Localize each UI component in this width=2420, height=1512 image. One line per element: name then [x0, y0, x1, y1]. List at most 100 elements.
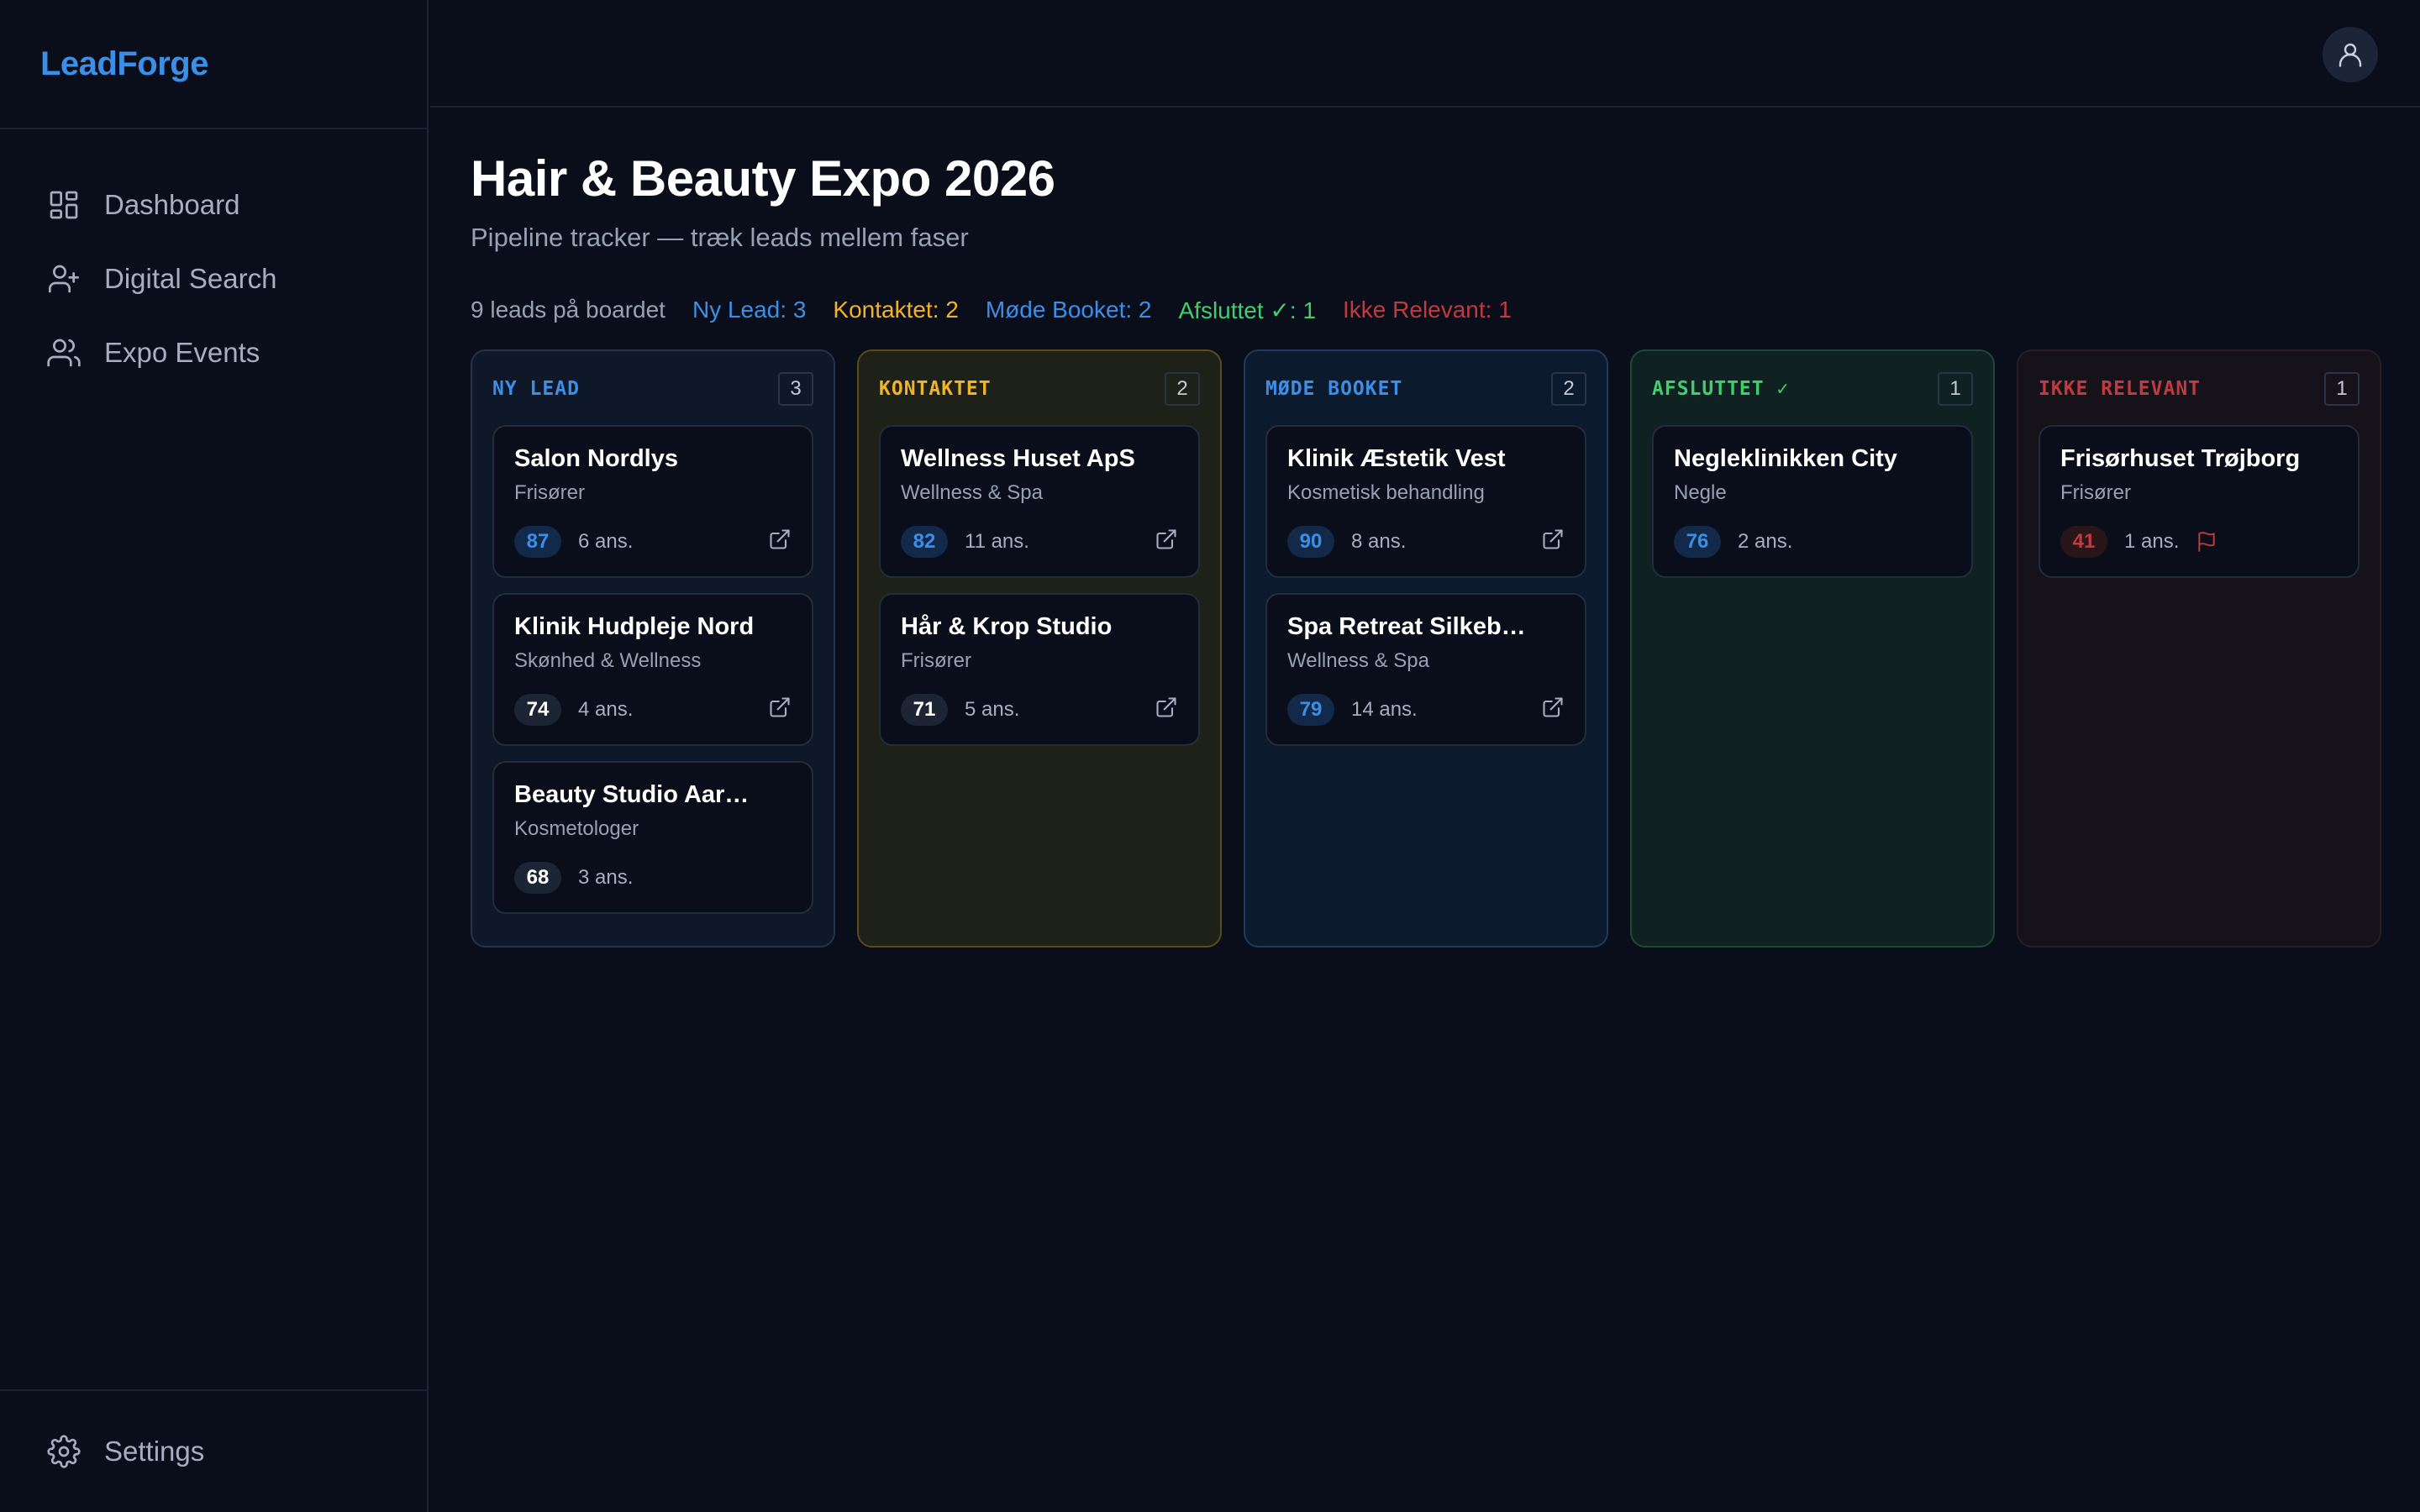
external-link-icon[interactable] — [768, 528, 792, 551]
column-kontaktet[interactable]: KONTAKTET 2 Wellness Huset ApS Wellness … — [857, 349, 1222, 948]
lead-score-badge: 71 — [901, 694, 948, 726]
column-header: AFSLUTTET ✓ 1 — [1652, 371, 1973, 407]
lead-employees: 6 ans. — [578, 530, 634, 553]
lead-name: Wellness Huset ApS — [901, 445, 1135, 472]
lead-card[interactable]: Beauty Studio Aar… Kosmetologer 68 3 ans… — [492, 761, 813, 914]
column-count: 1 — [1938, 372, 1973, 406]
column-mode-booket[interactable]: MØDE BOOKET 2 Klinik Æstetik Vest Kosmet… — [1244, 349, 1608, 948]
lead-name: Beauty Studio Aar… — [514, 781, 750, 808]
lead-category: Frisører — [514, 481, 585, 504]
lead-meta: 41 1 ans. — [2060, 526, 2217, 558]
page-title: Hair & Beauty Expo 2026 — [471, 150, 1055, 207]
users-icon — [47, 339, 81, 367]
lead-employees: 2 ans. — [1738, 530, 1793, 553]
page-subtitle: Pipeline tracker — træk leads mellem fas… — [471, 223, 969, 252]
lead-meta: 90 8 ans. — [1287, 526, 1406, 558]
lead-card[interactable]: Salon Nordlys Frisører 87 6 ans. — [492, 425, 813, 578]
column-header: NY LEAD 3 — [492, 371, 813, 407]
user-icon — [2338, 43, 2362, 67]
column-title: MØDE BOOKET — [1265, 378, 1403, 400]
app-logo[interactable]: LeadForge — [40, 45, 208, 83]
column-ikke-relevant[interactable]: IKKE RELEVANT 1 Frisørhuset Trøjborg Fri… — [2017, 349, 2381, 948]
main-content: Hair & Beauty Expo 2026 Pipeline tracker… — [471, 108, 2420, 324]
pipeline-stats: 9 leads på boardet Ny Lead: 3 Kontaktet:… — [471, 297, 2420, 324]
lead-employees: 8 ans. — [1351, 530, 1407, 553]
app: LeadForge Dashboard Digital Search Expo … — [0, 0, 2420, 1512]
avatar[interactable] — [2323, 27, 2378, 82]
lead-name: Klinik Æstetik Vest — [1287, 445, 1506, 472]
stat-kontaktet: Kontaktet: 2 — [833, 297, 959, 323]
flag-icon[interactable] — [2196, 531, 2217, 553]
lead-name: Spa Retreat Silkeb… — [1287, 613, 1526, 640]
lead-category: Wellness & Spa — [901, 481, 1043, 504]
column-title: IKKE RELEVANT — [2039, 378, 2202, 400]
column-header: KONTAKTET 2 — [879, 371, 1200, 407]
lead-card[interactable]: Hår & Krop Studio Frisører 71 5 ans. — [879, 593, 1200, 746]
column-title: AFSLUTTET ✓ — [1652, 378, 1790, 400]
sidebar-nav: Dashboard Digital Search Expo Events — [0, 129, 427, 390]
user-plus-icon — [49, 265, 79, 293]
sidebar-item-expo-events[interactable]: Expo Events — [0, 316, 427, 390]
lead-meta: 71 5 ans. — [901, 694, 1019, 726]
lead-score-badge: 79 — [1287, 694, 1334, 726]
stat-total: 9 leads på boardet — [471, 297, 666, 323]
logo-area: LeadForge — [0, 0, 427, 129]
dashboard-icon — [50, 191, 78, 219]
column-ny-lead[interactable]: NY LEAD 3 Salon Nordlys Frisører 87 6 an… — [471, 349, 835, 948]
external-link-icon[interactable] — [1155, 696, 1178, 719]
stat-afsluttet: Afsluttet ✓: 1 — [1178, 297, 1317, 323]
lead-category: Kosmetisk behandling — [1287, 481, 1485, 504]
column-title: NY LEAD — [492, 378, 580, 400]
lead-category: Frisører — [2060, 481, 2131, 504]
lead-meta: 79 14 ans. — [1287, 694, 1418, 726]
lead-card[interactable]: Spa Retreat Silkeb… Wellness & Spa 79 14… — [1265, 593, 1586, 746]
lead-score-badge: 68 — [514, 862, 561, 894]
lead-score-badge: 87 — [514, 526, 561, 558]
column-count: 2 — [1551, 372, 1586, 406]
lead-name: Hår & Krop Studio — [901, 613, 1113, 640]
lead-name: Klinik Hudpleje Nord — [514, 613, 755, 640]
sidebar-footer: Settings — [0, 1389, 427, 1512]
sidebar-item-label: Dashboard — [104, 189, 240, 220]
lead-employees: 5 ans. — [965, 698, 1020, 721]
topbar — [430, 0, 2420, 108]
sidebar-item-dashboard[interactable]: Dashboard — [0, 168, 427, 242]
lead-card[interactable]: Klinik Æstetik Vest Kosmetisk behandling… — [1265, 425, 1586, 578]
column-count: 1 — [2324, 372, 2360, 406]
external-link-icon[interactable] — [768, 696, 792, 719]
column-title: KONTAKTET — [879, 378, 992, 400]
lead-card[interactable]: Klinik Hudpleje Nord Skønhed & Wellness … — [492, 593, 813, 746]
lead-card[interactable]: Wellness Huset ApS Wellness & Spa 82 11 … — [879, 425, 1200, 578]
lead-name: Salon Nordlys — [514, 445, 678, 472]
external-link-icon[interactable] — [1155, 528, 1178, 551]
sidebar: LeadForge Dashboard Digital Search Expo … — [0, 0, 429, 1512]
gear-icon — [47, 1435, 81, 1468]
lead-meta: 74 4 ans. — [514, 694, 633, 726]
lead-employees: 1 ans. — [2124, 530, 2180, 553]
lead-category: Frisører — [901, 649, 971, 672]
column-header: IKKE RELEVANT 1 — [2039, 371, 2360, 407]
sidebar-item-settings[interactable]: Settings — [0, 1415, 204, 1488]
lead-card[interactable]: Negleklinikken City Negle 76 2 ans. — [1652, 425, 1973, 578]
column-count: 2 — [1165, 372, 1200, 406]
lead-employees: 4 ans. — [578, 698, 634, 721]
sidebar-item-digital-search[interactable]: Digital Search — [0, 242, 427, 316]
lead-score-badge: 41 — [2060, 526, 2107, 558]
external-link-icon[interactable] — [1541, 528, 1565, 551]
lead-category: Negle — [1674, 481, 1727, 504]
stat-ny-lead: Ny Lead: 3 — [692, 297, 807, 323]
lead-card[interactable]: Frisørhuset Trøjborg Frisører 41 1 ans. — [2039, 425, 2360, 578]
lead-employees: 3 ans. — [578, 866, 634, 889]
lead-name: Negleklinikken City — [1674, 445, 1897, 472]
lead-name: Frisørhuset Trøjborg — [2060, 445, 2301, 472]
lead-category: Skønhed & Wellness — [514, 649, 702, 672]
column-afsluttet[interactable]: AFSLUTTET ✓ 1 Negleklinikken City Negle … — [1630, 349, 1995, 948]
lead-meta: 68 3 ans. — [514, 862, 633, 894]
sidebar-item-label: Expo Events — [104, 337, 260, 368]
kanban-board: NY LEAD 3 Salon Nordlys Frisører 87 6 an… — [471, 349, 2381, 948]
lead-meta: 87 6 ans. — [514, 526, 633, 558]
external-link-icon[interactable] — [1541, 696, 1565, 719]
lead-category: Wellness & Spa — [1287, 649, 1429, 672]
lead-category: Kosmetologer — [514, 817, 639, 840]
sidebar-item-label: Settings — [104, 1436, 205, 1467]
